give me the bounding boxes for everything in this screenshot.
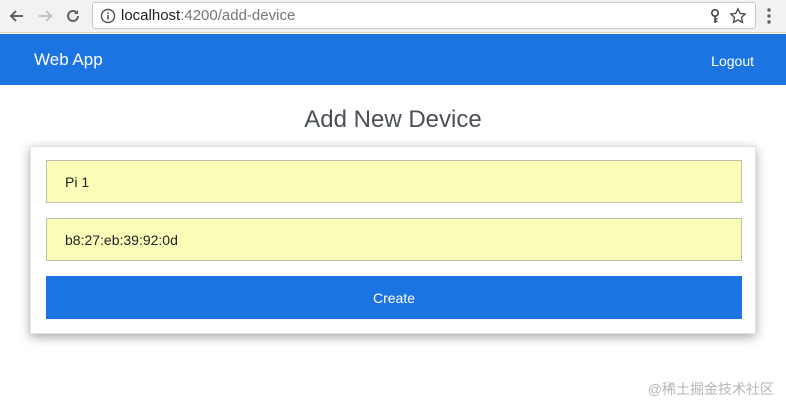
key-icon[interactable] — [707, 8, 723, 24]
device-name-input[interactable] — [46, 160, 742, 203]
address-bar[interactable]: localhost:4200/add-device — [92, 2, 756, 29]
url-text: localhost:4200/add-device — [121, 7, 295, 25]
back-arrow-icon — [9, 10, 23, 22]
browser-toolbar: localhost:4200/add-device — [0, 0, 786, 33]
back-button[interactable] — [6, 5, 28, 27]
add-device-form: Create — [30, 146, 756, 334]
reload-icon — [67, 9, 79, 22]
reload-button[interactable] — [62, 5, 84, 27]
create-button[interactable]: Create — [46, 276, 742, 319]
app-navbar: Web App Logout — [0, 34, 786, 85]
info-icon[interactable] — [100, 8, 116, 24]
url-path: :4200/add-device — [180, 7, 296, 24]
more-menu-icon[interactable] — [763, 7, 775, 25]
watermark: @稀土掘金技术社区 — [647, 381, 774, 397]
page-title: Add New Device — [304, 106, 482, 133]
star-icon[interactable] — [729, 7, 747, 25]
url-host: localhost — [121, 7, 181, 24]
brand-link[interactable]: Web App — [34, 50, 103, 70]
forward-button[interactable] — [34, 5, 56, 27]
logout-link[interactable]: Logout — [711, 52, 754, 70]
mac-address-input[interactable] — [46, 218, 742, 261]
forward-arrow-icon — [39, 10, 53, 22]
